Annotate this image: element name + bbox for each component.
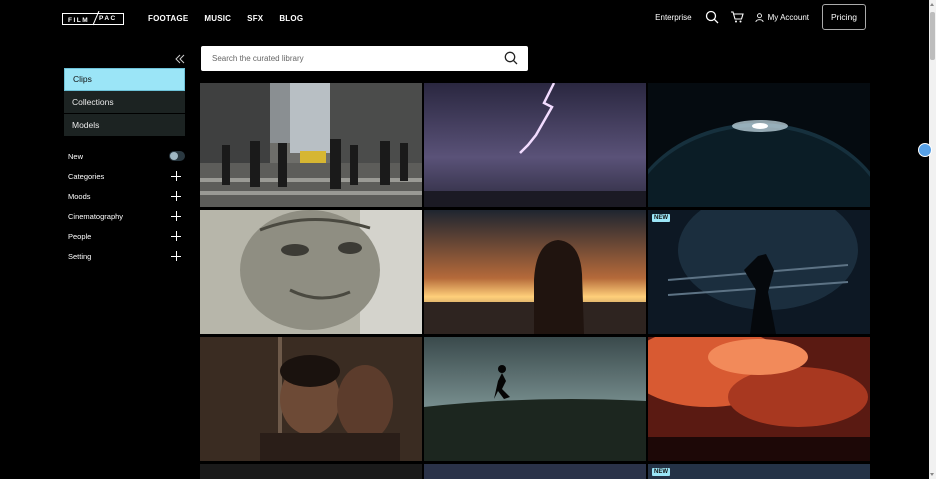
sidebar-tab-models[interactable]: Models — [64, 113, 185, 137]
nav-footage[interactable]: FOOTAGE — [148, 14, 188, 23]
svg-text:FILM: FILM — [68, 17, 89, 24]
my-account-label: My Account — [767, 12, 809, 22]
mirror-man-thumbnail — [200, 337, 422, 461]
clip-tile[interactable] — [200, 464, 422, 479]
nav-sfx[interactable]: SFX — [247, 14, 263, 23]
collapse-sidebar-icon[interactable] — [175, 51, 185, 64]
cart-icon[interactable] — [730, 10, 744, 24]
filter-label: Categories — [68, 171, 105, 181]
woman-sunset-thumbnail — [424, 210, 646, 334]
svg-text:PAC: PAC — [99, 15, 117, 22]
planet-horizon-thumbnail — [648, 83, 870, 207]
plus-icon[interactable] — [171, 251, 181, 261]
clip-tile[interactable] — [648, 337, 870, 461]
filter-label: Setting — [68, 251, 92, 261]
filter-cinematography[interactable]: Cinematography — [68, 206, 185, 226]
clip-tile[interactable]: NEW — [648, 464, 870, 479]
scroll-down-arrow-icon[interactable] — [930, 473, 934, 476]
clip-tile[interactable] — [424, 337, 646, 461]
dollar-bill-portrait-thumbnail — [200, 210, 422, 334]
sidebar-tab-collections[interactable]: Collections — [64, 90, 185, 114]
lightning-storm-thumbnail — [424, 83, 646, 207]
search-icon[interactable] — [705, 10, 719, 24]
floating-widget-icon[interactable] — [918, 143, 932, 157]
filter-label: Moods — [68, 191, 91, 201]
filmpac-logo[interactable]: FILM PAC — [62, 10, 124, 26]
runner-hill-thumbnail — [424, 337, 646, 461]
scroll-thumb[interactable] — [930, 12, 935, 60]
sidebar-tab-clips[interactable]: Clips — [64, 68, 185, 91]
page-scrollbar[interactable] — [929, 0, 936, 479]
filter-setting[interactable]: Setting — [68, 246, 185, 266]
clip-tile[interactable] — [424, 210, 646, 334]
search-input[interactable] — [201, 46, 491, 71]
clip-tile[interactable] — [424, 83, 646, 207]
city-crosswalk-thumbnail — [200, 83, 422, 207]
sidebar-tabs: Clips Collections Models — [64, 68, 185, 137]
pricing-button[interactable]: Pricing — [822, 4, 866, 30]
plus-icon[interactable] — [171, 231, 181, 241]
filter-new-label: New — [68, 151, 84, 161]
nav-blog[interactable]: BLOG — [279, 14, 303, 23]
sidebar-filters: New Categories Moods Cinematography Peop… — [68, 146, 185, 266]
clip-tile[interactable] — [200, 210, 422, 334]
filter-categories[interactable]: Categories — [68, 166, 185, 186]
new-toggle[interactable] — [169, 151, 185, 161]
new-badge: NEW — [652, 468, 670, 476]
clip-tile[interactable] — [648, 83, 870, 207]
dark-clip-thumbnail — [200, 464, 422, 479]
filter-moods[interactable]: Moods — [68, 186, 185, 206]
clip-tile[interactable] — [200, 83, 422, 207]
library-search — [201, 46, 528, 71]
plus-icon[interactable] — [171, 211, 181, 221]
boxer-shadow-thumbnail — [648, 210, 870, 334]
user-icon — [755, 12, 764, 22]
filter-people[interactable]: People — [68, 226, 185, 246]
filter-new: New — [68, 146, 185, 166]
my-account-link[interactable]: My Account — [755, 13, 809, 22]
main-nav: FOOTAGE MUSIC SFX BLOG — [148, 14, 303, 23]
nav-music[interactable]: MUSIC — [204, 14, 231, 23]
red-clouds-thumbnail — [648, 337, 870, 461]
enterprise-link[interactable]: Enterprise — [655, 13, 691, 22]
scroll-up-arrow-icon[interactable] — [930, 3, 934, 6]
plus-icon[interactable] — [171, 191, 181, 201]
header-actions: Enterprise My Account Pricing — [655, 4, 866, 30]
clip-tile[interactable]: NEW — [648, 210, 870, 334]
filter-label: People — [68, 231, 92, 241]
filter-label: Cinematography — [68, 211, 124, 221]
search-submit-icon[interactable] — [504, 51, 518, 65]
clip-tile[interactable] — [424, 464, 646, 479]
dusk-clip-thumbnail — [424, 464, 646, 479]
clip-tile[interactable] — [200, 337, 422, 461]
new-badge: NEW — [652, 214, 670, 222]
night-clip-thumbnail — [648, 464, 870, 479]
plus-icon[interactable] — [171, 171, 181, 181]
